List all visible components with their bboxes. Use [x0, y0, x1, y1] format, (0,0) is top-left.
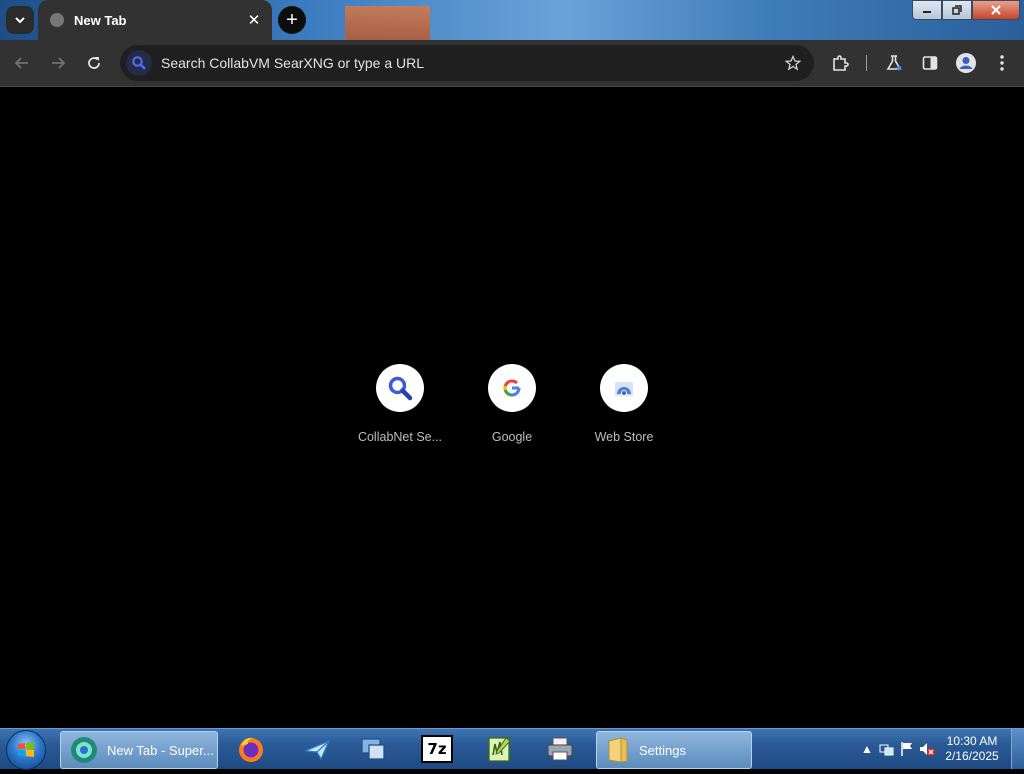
- show-desktop-button[interactable]: [1011, 729, 1024, 769]
- system-tray: ▲ 10:30 AM 2/16/2025: [857, 729, 1024, 769]
- volume-muted-icon[interactable]: [917, 741, 937, 757]
- labs-button[interactable]: [880, 49, 908, 77]
- clock-time: 10:30 AM: [946, 734, 998, 748]
- forward-button[interactable]: [44, 49, 72, 77]
- shortcut-google[interactable]: Google: [457, 364, 567, 444]
- folder-icon: [608, 737, 628, 763]
- new-tab-button[interactable]: +: [278, 6, 306, 34]
- shortcut-tile: [376, 364, 424, 412]
- tab-new-tab[interactable]: New Tab ✕: [38, 0, 272, 40]
- browser-toolbar: Search CollabVM SearXNG or type a URL: [0, 40, 1024, 87]
- arrow-right-icon: [52, 57, 66, 69]
- tab-favicon-icon: [50, 13, 64, 27]
- address-bar[interactable]: Search CollabVM SearXNG or type a URL: [120, 45, 814, 81]
- address-bar-placeholder: Search CollabVM SearXNG or type a URL: [161, 55, 424, 71]
- tab-title: New Tab: [74, 12, 127, 28]
- chevron-down-icon: [15, 17, 25, 24]
- minimize-icon: [923, 11, 931, 13]
- side-panel-button[interactable]: [916, 49, 944, 77]
- reload-button[interactable]: [80, 49, 108, 77]
- clock-date: 2/16/2025: [945, 749, 999, 763]
- printer-icon: [547, 737, 573, 761]
- paper-plane-icon: [304, 739, 331, 761]
- taskbar-settings-window[interactable]: Settings: [596, 731, 752, 769]
- show-hidden-icons-icon[interactable]: ▲: [857, 742, 877, 756]
- profile-button[interactable]: [952, 49, 980, 77]
- notepad-icon: [488, 737, 511, 762]
- desktop-background-peek: [345, 6, 430, 40]
- kebab-menu-icon: [1000, 55, 1004, 71]
- tab-close-icon[interactable]: ✕: [244, 10, 264, 30]
- taskbar: New Tab - Super... 7z Settings ▲ 10:30 A…: [0, 728, 1024, 770]
- window-controls: [912, 0, 1020, 20]
- 7zip-icon-label: 7z: [427, 740, 447, 758]
- clock[interactable]: 10:30 AM 2/16/2025: [937, 734, 1007, 764]
- shortcut-tile: [488, 364, 536, 412]
- shortcut-web-store[interactable]: Web Store: [569, 364, 679, 444]
- web-store-icon: [615, 382, 633, 396]
- taskbar-settings-label: Settings: [639, 742, 686, 758]
- minimize-button[interactable]: [912, 0, 942, 20]
- shortcut-label: CollabNet Se...: [357, 430, 443, 444]
- side-panel-icon: [922, 56, 938, 70]
- avatar-icon: [956, 53, 976, 73]
- reload-icon: [88, 57, 100, 69]
- tab-search-button[interactable]: [6, 6, 34, 34]
- search-engine-icon: [126, 50, 152, 76]
- start-button[interactable]: [6, 730, 46, 770]
- shortcut-label: Google: [491, 430, 533, 444]
- menu-button[interactable]: [988, 49, 1016, 77]
- taskbar-remote-desktop[interactable]: [356, 733, 390, 765]
- flask-icon: [886, 55, 902, 71]
- windows-logo-icon: [18, 742, 34, 757]
- taskbar-printer[interactable]: [543, 733, 577, 765]
- toolbar-separator: [866, 55, 867, 71]
- browser-app-icon: [71, 737, 97, 763]
- close-window-button[interactable]: [972, 0, 1020, 20]
- taskbar-chrome-label: New Tab - Super...: [107, 742, 214, 758]
- taskbar-7zip[interactable]: 7z: [420, 733, 454, 765]
- magnifier-icon: [388, 376, 413, 401]
- taskbar-mail-app[interactable]: [300, 733, 334, 765]
- shortcut-tile: [600, 364, 648, 412]
- extensions-button[interactable]: [826, 49, 854, 77]
- restore-button[interactable]: [942, 0, 972, 20]
- google-logo-icon: [503, 379, 521, 397]
- close-icon: [991, 5, 1001, 15]
- restore-icon: [952, 5, 962, 15]
- taskbar-chrome-window[interactable]: New Tab - Super...: [60, 731, 218, 769]
- arrow-left-icon: [14, 57, 28, 69]
- puzzle-icon: [833, 55, 849, 71]
- firefox-icon: [239, 737, 263, 762]
- computer-icon: [361, 738, 385, 760]
- shortcut-label: Web Store: [594, 430, 654, 444]
- 7zip-icon: 7z: [421, 735, 453, 763]
- network-icon[interactable]: [877, 741, 897, 757]
- back-button[interactable]: [8, 49, 36, 77]
- bookmark-star-icon[interactable]: [778, 55, 808, 71]
- shortcut-collabnet-search[interactable]: CollabNet Se...: [345, 364, 455, 444]
- taskbar-notepad-plus[interactable]: [482, 733, 516, 765]
- taskbar-firefox[interactable]: [234, 733, 268, 765]
- action-center-flag-icon[interactable]: [897, 741, 917, 757]
